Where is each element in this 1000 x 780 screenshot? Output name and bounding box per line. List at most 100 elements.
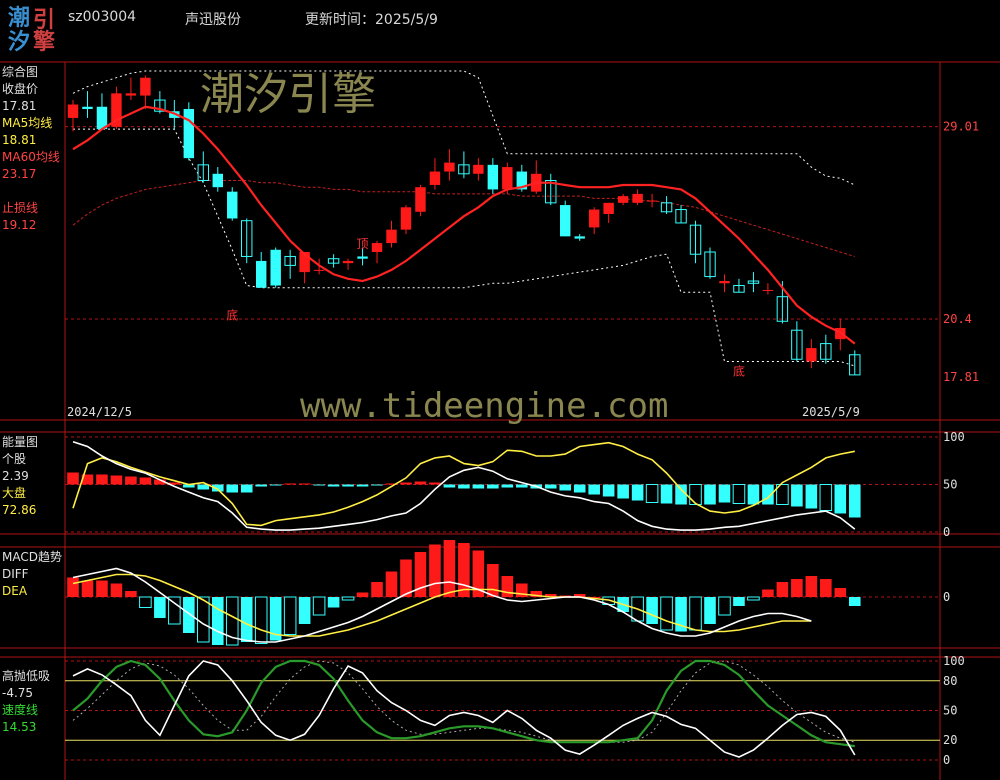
candle-body <box>140 77 151 96</box>
energy-bar <box>313 484 325 486</box>
candle-body <box>646 200 658 202</box>
energy-bar <box>284 483 296 485</box>
energy-bar <box>631 484 644 501</box>
hlsd-axis-label: 20 <box>943 733 957 747</box>
candle-body <box>574 236 585 239</box>
macd-bar <box>848 597 861 606</box>
candle-body <box>342 260 354 264</box>
candle-body <box>632 193 643 203</box>
candle-body <box>560 205 571 237</box>
macd-bar <box>762 589 774 597</box>
candle-body <box>806 348 817 362</box>
energy-bar <box>617 484 629 499</box>
panel-label: 2.39 <box>2 469 29 483</box>
candle-body <box>415 187 426 212</box>
candle-body <box>255 260 267 288</box>
candle-body <box>386 229 397 244</box>
macd-panel: 0 <box>65 540 950 646</box>
macd-bar <box>747 596 760 601</box>
hlsd-axis-label: 50 <box>943 704 957 718</box>
energy-bar <box>516 484 528 488</box>
energy-bar <box>819 484 833 511</box>
energy-bar <box>342 484 354 487</box>
signal-marker: 顶 <box>357 237 369 251</box>
candle-body <box>313 269 325 271</box>
energy-bar <box>559 484 572 491</box>
macd-bar <box>356 592 369 597</box>
macd-bar <box>283 596 297 635</box>
energy-bar <box>588 484 600 495</box>
energy-bar <box>96 474 108 485</box>
watermark-url: www.tideengine.com <box>300 386 669 426</box>
hlsd-white-line <box>72 660 856 758</box>
panel-label: MA5均线 <box>2 116 53 130</box>
energy-bar <box>255 484 267 487</box>
candle-body <box>617 196 629 203</box>
macd-bar <box>718 596 731 616</box>
macd-bar <box>371 582 383 597</box>
panel-label: 综合图 <box>2 65 39 79</box>
panel-label: 高抛低吸 <box>2 669 51 683</box>
energy-bar <box>240 484 253 493</box>
energy-bar <box>660 484 673 504</box>
macd-bar <box>183 597 195 633</box>
panel-label: DEA <box>2 584 28 598</box>
candle-body <box>429 171 441 185</box>
energy-bar <box>805 484 818 509</box>
start-date: 2024/12/5 <box>67 405 133 419</box>
macd-bar <box>733 597 745 606</box>
panel-label: 17.81 <box>2 99 37 113</box>
signal-marker: 底 <box>733 364 745 379</box>
macd-bar <box>791 579 803 597</box>
panel-label: 18.81 <box>2 133 37 147</box>
panel-label: -4.75 <box>2 686 34 700</box>
hlsd-axis-label: 80 <box>943 674 957 688</box>
macd-bar <box>240 597 253 642</box>
candle-body <box>473 164 484 174</box>
macd-bar <box>254 596 268 644</box>
macd-bar <box>298 597 311 624</box>
energy-bar <box>834 484 847 514</box>
macd-bar <box>400 559 412 597</box>
candle-body <box>588 209 600 228</box>
macd-bar <box>211 597 224 645</box>
macd-bar <box>501 576 514 597</box>
panel-label: 个股 <box>2 452 27 466</box>
macd-bar <box>776 582 789 597</box>
macd-bar <box>820 579 832 597</box>
macd-bar <box>660 596 673 631</box>
macd-bar <box>487 564 499 597</box>
candle-body <box>357 256 368 259</box>
candle-body <box>82 106 93 109</box>
energy-bar <box>675 484 687 505</box>
energy-bar <box>747 484 760 505</box>
macd-bar <box>125 591 137 597</box>
stock-name: 声迅股份 <box>185 12 241 28</box>
macd-bar <box>96 580 108 597</box>
energy-bar <box>458 484 470 489</box>
energy-bar <box>298 483 311 485</box>
panel-label: MA60均线 <box>2 150 60 164</box>
macd-axis-label: 0 <box>943 590 950 604</box>
candle-body <box>212 173 223 188</box>
energy-bar <box>472 484 485 489</box>
energy-bar <box>645 484 659 503</box>
macd-bar <box>312 596 326 616</box>
macd-bar <box>154 597 166 618</box>
energy-axis-label: 50 <box>943 478 957 492</box>
panel-label: 19.12 <box>2 218 37 232</box>
candle-body <box>603 202 614 215</box>
macd-bar <box>327 597 340 608</box>
energy-bar <box>544 484 557 489</box>
macd-bar <box>341 596 355 601</box>
macd-bar <box>81 580 94 597</box>
watermark-cn: 潮汐引擎 <box>200 69 376 120</box>
energy-bar <box>791 484 803 507</box>
candle-body <box>487 164 499 190</box>
candle-body <box>183 108 195 159</box>
macd-bar <box>834 588 847 597</box>
energy-bar <box>269 484 282 486</box>
macd-bar <box>704 597 716 624</box>
macd-bar <box>110 583 123 597</box>
energy-bar <box>226 484 239 493</box>
